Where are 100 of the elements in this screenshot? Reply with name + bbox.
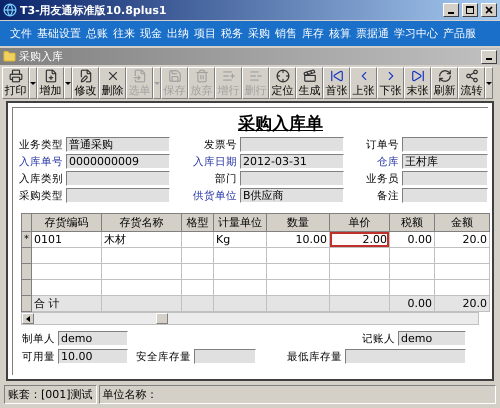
toolbar-button[interactable]: 刷新 [431,67,458,99]
column-header[interactable]: 存货编码 [32,214,102,232]
table-cell: 2.00 [330,232,390,248]
scroll-thumb[interactable] [156,313,168,324]
input-field[interactable] [194,349,256,364]
toolbar-button[interactable]: 首张 [323,67,350,99]
table-cell: Kg [214,232,266,248]
column-header[interactable]: 格型 [182,214,214,232]
input-field[interactable] [66,171,170,186]
menu-item[interactable]: 现金 [140,26,162,41]
menu-item[interactable]: 基础设置 [37,26,81,41]
input-field[interactable] [240,171,344,186]
input-field[interactable]: 0000000009 [66,154,170,169]
column-header[interactable]: 金额 [434,214,490,232]
last-icon [410,69,424,83]
field-label: 订单号 [365,138,399,152]
field-label: 安全库存量 [135,350,191,364]
form-title: 采购入库单 [238,113,323,135]
pencil-file-icon [78,69,92,83]
toolbar-button[interactable]: 增加 [37,67,64,99]
menu-item[interactable]: 票据通 [356,26,389,41]
input-field[interactable]: 普通采购 [66,137,170,152]
table-cell: 10.00 [266,232,330,248]
menu-item[interactable]: 往来 [113,26,135,41]
close-icon [485,6,493,14]
input-field[interactable]: 王村库 [402,154,488,169]
menu-item[interactable]: 产品服 [443,26,476,41]
input-field[interactable]: demo [398,331,466,346]
toolbar-button[interactable]: 打印 [2,67,29,99]
field-label: 发票号 [203,138,237,152]
table-cell: 0101 [32,232,102,248]
toolbar-button[interactable]: 修改 [72,67,99,99]
input-field[interactable] [345,349,466,364]
minimize-icon [486,58,492,60]
crosshair-icon [276,69,290,83]
toolbar-button[interactable]: 定位 [269,67,296,99]
toolbar-button[interactable]: 末张 [404,67,431,99]
field-label: 制单人 [21,332,55,346]
toolbar-button[interactable]: 删除 [99,67,126,99]
toolbar-button[interactable]: 流转 [458,67,485,99]
field-label: 仓库 [376,154,399,168]
field-label: 最低库存量 [286,350,342,364]
share-icon [464,69,478,83]
menu-item[interactable]: 文件 [10,26,32,41]
refresh-icon [438,69,452,83]
input-field[interactable] [402,137,488,152]
window-title: T3-用友通标准版10.8plus1 [20,2,168,18]
table-cell: 木材 [102,232,182,248]
menu-item[interactable]: 销售 [275,26,297,41]
close-button[interactable] [481,3,497,17]
maximize-button[interactable] [462,3,478,17]
input-field[interactable]: B供应商 [240,188,344,203]
field-label: 可用量 [21,350,55,364]
toolbar-button[interactable]: 生成 [296,67,323,99]
toolbar-button[interactable]: 上张 [350,67,377,99]
dropdown-button[interactable] [29,67,37,99]
field-label: 记账人 [361,332,395,346]
input-field[interactable] [402,171,488,186]
table-cell: 20.0 [434,232,490,248]
column-header[interactable]: 单价 [330,214,390,232]
clapperboard-icon [302,69,316,83]
caret-icon [486,82,492,84]
menu-item[interactable]: 核算 [329,26,351,41]
field-label: 业务员 [365,172,399,186]
menu-item[interactable]: 项目 [194,26,216,41]
input-field[interactable]: demo [58,331,128,346]
menu-item[interactable]: 总账 [86,26,108,41]
input-field[interactable] [240,137,344,152]
menu-item[interactable]: 采购 [248,26,270,41]
field-label: 部门 [214,172,237,186]
column-header[interactable]: 计量单位 [214,214,266,232]
menu-item[interactable]: 库存 [302,26,324,41]
toolbar-button[interactable]: 下张 [377,67,404,99]
menu-item[interactable]: 税务 [221,26,243,41]
column-header[interactable]: 税额 [390,214,434,232]
save-icon [168,69,182,83]
input-field[interactable] [66,188,170,203]
minimize-icon [448,12,454,14]
input-field[interactable]: 10.00 [58,349,128,364]
child-window-title: 采购入库 [19,49,64,64]
minimize-button[interactable] [443,3,459,17]
input-field[interactable] [402,188,488,203]
input-field[interactable]: 2012-03-31 [240,154,344,169]
menu-item[interactable]: 学习中心 [394,26,438,41]
column-header[interactable]: 存货名称 [102,214,182,232]
field-label: 入库类别 [18,172,63,186]
folder-icon [3,50,16,63]
minimize-button[interactable] [481,50,497,64]
file-icon [132,69,146,83]
scroll-left-button[interactable] [22,313,34,324]
list-plus-icon [222,69,236,83]
horizontal-scrollbar[interactable] [21,312,479,325]
status-text: 账套：[001]测试 [4,385,97,404]
dropdown-button[interactable] [64,67,72,99]
menu-item[interactable]: 出纳 [167,26,189,41]
table-cell: 0.00 [390,232,434,248]
dropdown-button[interactable] [485,67,493,99]
left-arrow-icon [26,316,30,322]
column-header[interactable]: 数量 [266,214,330,232]
field-label: 业务类型 [18,138,63,152]
